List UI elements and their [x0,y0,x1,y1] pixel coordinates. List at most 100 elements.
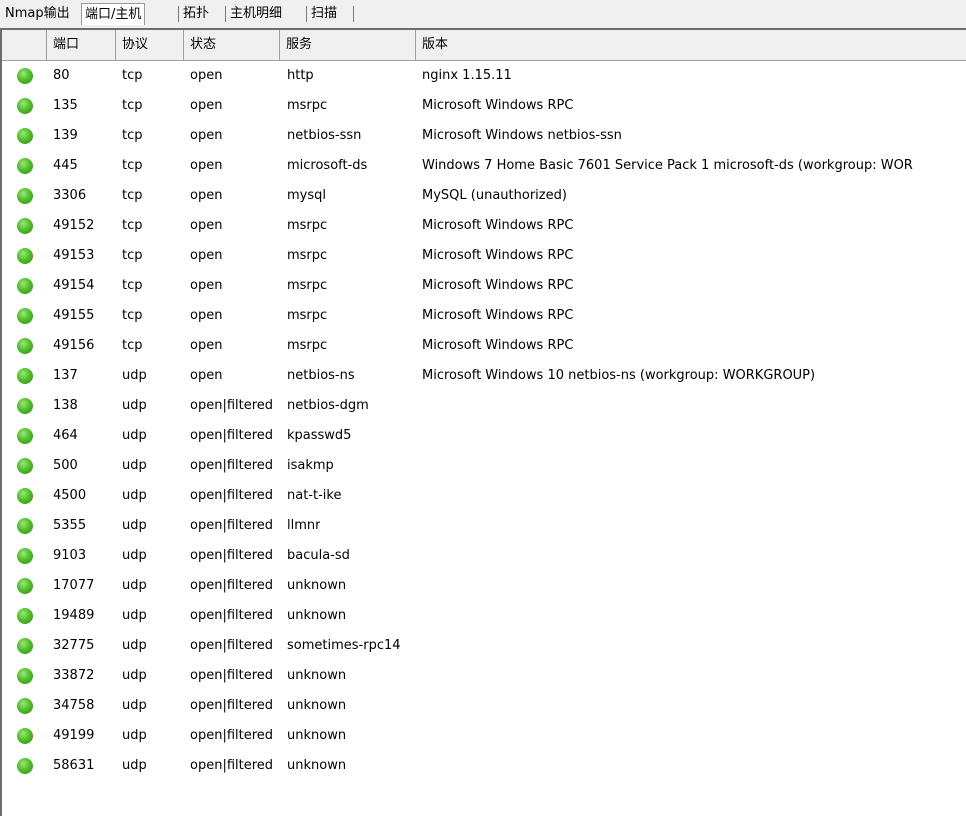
port-cell: 58631 [53,758,95,773]
service-cell: msrpc [287,278,328,293]
table-row[interactable]: 139 tcp open netbios-ssn Microsoft Windows n… [2,121,966,151]
status-open-icon [17,368,33,384]
port-cell: 139 [53,128,78,143]
table-row[interactable]: 500 udp open|filtered isakmp [2,451,966,481]
service-cell: unknown [287,728,347,743]
column-header-protocol[interactable]: 协议 [116,30,184,60]
version-cell: Microsoft Windows RPC [422,278,574,293]
tab-divider [178,6,179,22]
table-row[interactable]: 49199 udp open|filtered unknown [2,721,966,751]
state-cell: open|filtered [190,698,274,713]
port-cell: 49154 [53,278,95,293]
state-cell: open [190,128,223,143]
port-cell: 49152 [53,218,95,233]
table-row[interactable]: 49155 tcp open msrpc Microsoft Windows RPC [2,301,966,331]
table-row[interactable]: 49153 tcp open msrpc Microsoft Windows RPC [2,241,966,271]
version-cell: Microsoft Windows RPC [422,218,574,233]
state-cell: open|filtered [190,518,274,533]
table-row[interactable]: 137 udp open netbios-ns Microsoft Windows 10… [2,361,966,391]
service-cell: microsoft-ds [287,158,368,173]
state-cell: open|filtered [190,428,274,443]
protocol-cell: udp [122,518,147,533]
table-row[interactable]: 58631 udp open|filtered unknown [2,751,966,781]
table-row[interactable]: 49154 tcp open msrpc Microsoft Windows RPC [2,271,966,301]
protocol-cell: tcp [122,248,143,263]
port-cell: 137 [53,368,78,383]
version-cell [422,661,966,691]
protocol-cell: udp [122,428,147,443]
protocol-cell: tcp [122,68,143,83]
status-open-icon [17,158,33,174]
tab-topology[interactable]: 拓扑 [180,4,212,24]
version-cell [422,541,966,571]
protocol-cell: tcp [122,278,143,293]
column-header-port[interactable]: 端口 [47,30,116,60]
table-row[interactable]: 19489 udp open|filtered unknown [2,601,966,631]
protocol-cell: tcp [122,338,143,353]
column-header-state[interactable]: 状态 [184,30,280,60]
table-row[interactable]: 33872 udp open|filtered unknown [2,661,966,691]
service-cell: netbios-ssn [287,128,362,143]
table-row[interactable]: 49156 tcp open msrpc Microsoft Windows RPC [2,331,966,361]
table-row[interactable]: 17077 udp open|filtered unknown [2,571,966,601]
protocol-cell: udp [122,698,147,713]
service-cell: msrpc [287,98,328,113]
state-cell: open [190,338,223,353]
protocol-cell: udp [122,638,147,653]
service-cell: kpasswd5 [287,428,352,443]
table-row[interactable]: 9103 udp open|filtered bacula-sd [2,541,966,571]
table-row[interactable]: 135 tcp open msrpc Microsoft Windows RPC [2,91,966,121]
port-cell: 34758 [53,698,95,713]
tab-scans[interactable]: 扫描 [308,4,340,24]
state-cell: open [190,188,223,203]
status-open-icon [17,758,33,774]
version-cell [422,571,966,601]
service-cell: isakmp [287,458,334,473]
table-row[interactable]: 5355 udp open|filtered llmnr [2,511,966,541]
state-cell: open|filtered [190,608,274,623]
status-open-icon [17,458,33,474]
version-cell [422,721,966,751]
service-cell: unknown [287,668,347,683]
tab-ports-hosts[interactable]: 端口/主机 [81,3,146,25]
port-cell: 32775 [53,638,95,653]
state-cell: open|filtered [190,548,274,563]
status-open-icon [17,98,33,114]
port-cell: 464 [53,428,78,443]
state-cell: open [190,98,223,113]
table-row[interactable]: 49152 tcp open msrpc Microsoft Windows RPC [2,211,966,241]
port-cell: 80 [53,68,70,83]
protocol-cell: udp [122,368,147,383]
table-row[interactable]: 32775 udp open|filtered sometimes-rpc14 [2,631,966,661]
port-cell: 19489 [53,608,95,623]
table-row[interactable]: 464 udp open|filtered kpasswd5 [2,421,966,451]
table-row[interactable]: 3306 tcp open mysql MySQL (unauthorized) [2,181,966,211]
service-cell: bacula-sd [287,548,350,563]
table-row[interactable]: 445 tcp open microsoft-ds Windows 7 Home Bas… [2,151,966,181]
port-cell: 17077 [53,578,95,593]
status-open-icon [17,698,33,714]
ports-table: 端口 协议 状态 服务 版本 80 tcp open http nginx 1.15.1… [0,28,966,816]
table-row[interactable]: 34758 udp open|filtered unknown [2,691,966,721]
table-row[interactable]: 138 udp open|filtered netbios-dgm [2,391,966,421]
table-row[interactable]: 4500 udp open|filtered nat-t-ike [2,481,966,511]
column-header-version[interactable]: 版本 [416,30,966,60]
version-cell: Microsoft Windows RPC [422,338,574,353]
service-cell: nat-t-ike [287,488,342,503]
table-header: 端口 协议 状态 服务 版本 [2,30,966,61]
tab-host-details[interactable]: 主机明细 [227,4,285,24]
tab-nmap-output[interactable]: Nmap输出 [2,4,73,24]
table-row[interactable]: 80 tcp open http nginx 1.15.11 [2,61,966,91]
version-cell: Microsoft Windows 10 netbios-ns (workgro… [422,368,816,383]
status-open-icon [17,128,33,144]
status-open-icon [17,488,33,504]
version-cell [422,391,966,421]
service-cell: msrpc [287,308,328,323]
protocol-cell: udp [122,608,147,623]
version-cell: Microsoft Windows RPC [422,248,574,263]
port-cell: 49156 [53,338,95,353]
column-header-service[interactable]: 服务 [280,30,416,60]
version-cell [422,691,966,721]
column-header-status[interactable] [2,30,47,60]
state-cell: open|filtered [190,728,274,743]
